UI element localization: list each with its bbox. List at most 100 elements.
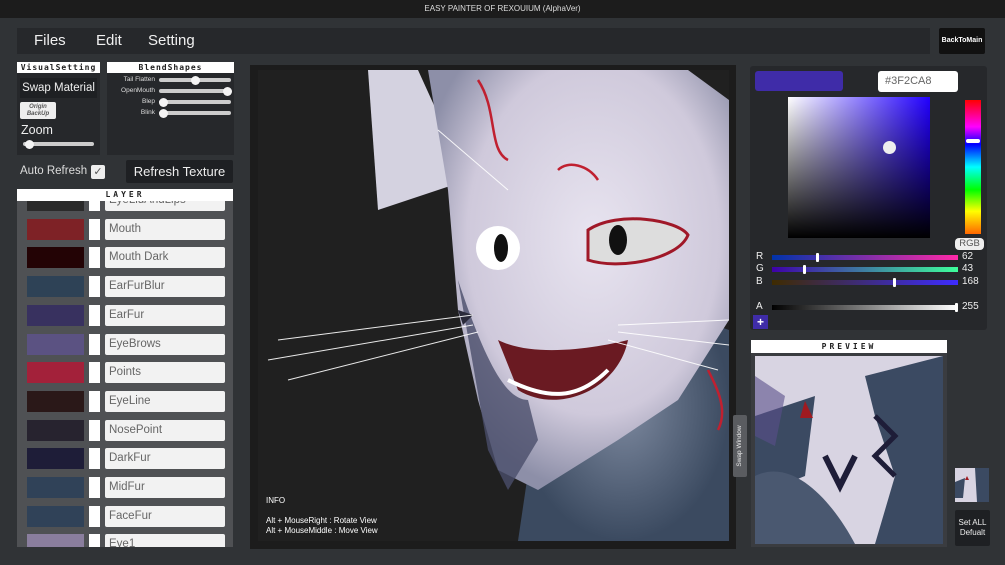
swap-material-button[interactable]: Swap Material — [20, 78, 97, 98]
layer-item[interactable]: Eye1 — [27, 534, 225, 547]
layer-visibility-box[interactable] — [89, 448, 100, 470]
saturation-value-picker[interactable] — [788, 97, 930, 238]
layer-color-swatch[interactable] — [27, 333, 84, 355]
layer-name-field[interactable]: EyeLidAndLips — [105, 201, 225, 211]
layer-visibility-box[interactable] — [89, 477, 100, 498]
channel-slider[interactable] — [772, 303, 958, 312]
layer-color-swatch[interactable] — [27, 534, 84, 547]
blendshape-slider-handle[interactable] — [223, 86, 232, 96]
blendshape-slider-handle[interactable] — [191, 75, 200, 85]
blendshape-slider[interactable] — [159, 75, 231, 85]
cat-pupil-right — [609, 225, 627, 255]
layer-item[interactable]: Points — [27, 362, 225, 384]
hue-slider-handle[interactable] — [966, 139, 980, 143]
layer-item[interactable]: DarkFur — [27, 448, 225, 470]
layer-visibility-box[interactable] — [89, 419, 100, 441]
channel-slider[interactable] — [772, 253, 958, 262]
channel-value: 168 — [962, 276, 979, 287]
layer-name-field[interactable]: Mouth — [105, 218, 225, 240]
blend-shapes-panel: BlendShapes Tail Flatten OpenMouth Blep … — [107, 62, 234, 155]
blendshape-slider[interactable] — [159, 97, 231, 107]
zoom-slider[interactable] — [23, 139, 94, 149]
layer-visibility-box[interactable] — [89, 247, 100, 269]
layer-color-swatch[interactable] — [27, 276, 84, 298]
layer-item[interactable]: EyeBrows — [27, 333, 225, 356]
layer-name-field[interactable]: DarkFur — [105, 448, 225, 470]
layer-list[interactable]: EyeLidAndLips Mouth Mouth Dark EarFurBlu… — [17, 201, 233, 547]
channel-value: 62 — [962, 251, 974, 262]
auto-refresh-checkbox[interactable]: ✓ — [91, 165, 105, 179]
refresh-texture-button[interactable]: Refresh Texture — [126, 160, 233, 183]
layer-color-swatch[interactable] — [27, 218, 84, 240]
layer-visibility-box[interactable] — [89, 201, 100, 211]
layer-name-field[interactable]: NosePoint — [105, 419, 225, 441]
layer-visibility-box[interactable] — [89, 218, 100, 240]
channel-label: G — [756, 263, 764, 274]
layer-name-field[interactable]: Eye1 — [105, 534, 225, 547]
layer-color-swatch[interactable] — [27, 247, 84, 269]
layer-visibility-box[interactable] — [89, 333, 100, 355]
add-color-button[interactable]: + — [753, 315, 768, 329]
origin-backup-button[interactable]: Origin BackUp — [20, 102, 56, 119]
layer-name-field[interactable]: Points — [105, 362, 225, 384]
texture-thumbnail[interactable] — [955, 468, 989, 502]
menu-edit[interactable]: Edit — [96, 28, 122, 54]
channel-slider[interactable] — [772, 265, 958, 274]
layer-name-field[interactable]: EyeLine — [105, 390, 225, 412]
back-to-main-button[interactable]: BackToMain — [939, 28, 985, 54]
sv-picker-handle[interactable] — [883, 141, 896, 154]
layer-item[interactable]: MidFur — [27, 477, 225, 499]
layer-color-swatch[interactable] — [27, 201, 84, 211]
menu-setting[interactable]: Setting — [148, 28, 195, 54]
blendshape-slider[interactable] — [159, 108, 231, 118]
layer-item[interactable]: FaceFur — [27, 505, 225, 528]
layer-name-field[interactable]: MidFur — [105, 477, 225, 498]
blendshape-slider-handle[interactable] — [159, 108, 168, 118]
channel-slider-handle[interactable] — [802, 265, 806, 274]
layer-item[interactable]: EyeLine — [27, 390, 225, 413]
3d-viewport[interactable]: INFO Alt + MouseRight : Rotate View Alt … — [258, 70, 729, 541]
swap-window-button[interactable]: Swap Window — [733, 415, 747, 477]
info-line: Alt + MouseMiddle : Move View — [266, 526, 378, 535]
layer-name-field[interactable]: EyeBrows — [105, 333, 225, 355]
layer-item[interactable]: EyeLidAndLips — [27, 201, 225, 212]
layer-color-swatch[interactable] — [27, 477, 84, 498]
blendshape-label: Tail Flatten — [123, 76, 155, 83]
layer-name-field[interactable]: Mouth Dark — [105, 247, 225, 269]
layer-color-swatch[interactable] — [27, 304, 84, 326]
channel-slider-handle[interactable] — [892, 278, 896, 287]
channel-slider-handle[interactable] — [955, 303, 958, 312]
channel-label: B — [756, 276, 763, 287]
layer-visibility-box[interactable] — [89, 304, 100, 326]
layer-color-swatch[interactable] — [27, 448, 84, 470]
layer-visibility-box[interactable] — [89, 390, 100, 412]
set-all-default-button[interactable]: Set ALL Defualt — [955, 510, 990, 546]
layer-name-field[interactable]: FaceFur — [105, 505, 225, 527]
layer-item[interactable]: NosePoint — [27, 419, 225, 442]
layer-item[interactable]: Mouth Dark — [27, 247, 225, 269]
layer-item[interactable]: EarFurBlur — [27, 276, 225, 298]
layer-name-field[interactable]: EarFur — [105, 304, 225, 326]
layer-visibility-box[interactable] — [89, 534, 100, 547]
layer-item[interactable]: Mouth — [27, 218, 225, 241]
layer-color-swatch[interactable] — [27, 390, 84, 412]
zoom-slider-handle[interactable] — [25, 139, 34, 149]
channel-slider[interactable] — [772, 278, 958, 287]
layer-color-swatch[interactable] — [27, 419, 84, 441]
layer-visibility-box[interactable] — [89, 505, 100, 527]
hue-slider[interactable] — [965, 100, 981, 234]
color-mode-toggle[interactable]: RGB — [955, 238, 984, 250]
hex-input[interactable]: #3F2CA8 — [878, 71, 958, 92]
layer-color-swatch[interactable] — [27, 505, 84, 527]
layer-color-swatch[interactable] — [27, 362, 84, 384]
menu-files[interactable]: Files — [34, 28, 66, 54]
blendshape-slider-handle[interactable] — [159, 97, 168, 107]
blend-shapes-header: BlendShapes — [107, 62, 234, 73]
layer-name-field[interactable]: EarFurBlur — [105, 276, 225, 298]
blendshape-slider[interactable] — [159, 86, 232, 96]
layer-item[interactable]: EarFur — [27, 304, 225, 327]
blendshape-label: Blink — [140, 109, 155, 116]
layer-visibility-box[interactable] — [89, 276, 100, 298]
layer-visibility-box[interactable] — [89, 362, 100, 384]
auto-refresh-label: Auto Refresh — [20, 165, 88, 177]
